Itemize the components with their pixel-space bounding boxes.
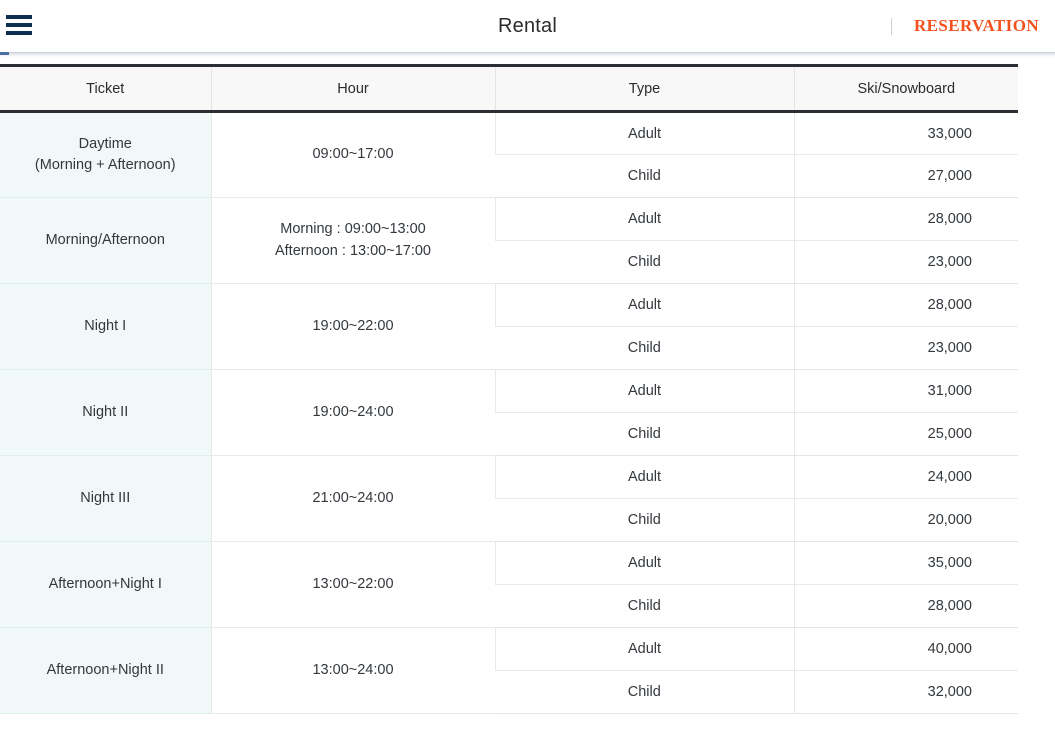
ticket-name-line-1: Night III <box>0 488 211 509</box>
hour-cell: 21:00~24:00 <box>211 456 495 542</box>
price-cell: 33,000 <box>794 112 1018 155</box>
type-cell: Child <box>495 671 794 714</box>
type-cell: Adult <box>495 542 794 585</box>
type-cell: Child <box>495 241 794 284</box>
table-row: Daytime(Morning + Afternoon)09:00~17:00A… <box>0 112 1018 155</box>
ticket-name-cell: Night III <box>0 456 211 542</box>
price-cell: 40,000 <box>794 628 1018 671</box>
hour-cell: 09:00~17:00 <box>211 112 495 198</box>
hamburger-bar-middle <box>6 23 32 27</box>
hour-line-1: Morning : 09:00~13:00 <box>212 219 495 240</box>
type-cell: Child <box>495 499 794 542</box>
column-header-hour: Hour <box>211 66 495 112</box>
hour-line-1: 13:00~22:00 <box>212 574 495 595</box>
type-cell: Adult <box>495 370 794 413</box>
ticket-name-line-1: Night I <box>0 316 211 337</box>
hour-cell: 13:00~22:00 <box>211 542 495 628</box>
ticket-name-cell: Afternoon+Night I <box>0 542 211 628</box>
hamburger-menu-icon[interactable] <box>6 14 32 36</box>
page-right-gutter <box>1018 57 1055 739</box>
hour-line-2: Afternoon : 13:00~17:00 <box>212 241 495 262</box>
price-cell: 35,000 <box>794 542 1018 585</box>
price-cell: 20,000 <box>794 499 1018 542</box>
type-cell: Adult <box>495 456 794 499</box>
type-cell: Adult <box>495 112 794 155</box>
price-cell: 25,000 <box>794 413 1018 456</box>
price-cell: 28,000 <box>794 198 1018 241</box>
price-cell: 23,000 <box>794 327 1018 370</box>
page-root: Rental RESERVATION Ticket Hour Type Ski/… <box>0 0 1055 739</box>
reservation-button[interactable]: RESERVATION <box>914 16 1039 36</box>
price-cell: 27,000 <box>794 155 1018 198</box>
ticket-name-line-1: Morning/Afternoon <box>0 230 211 251</box>
ticket-name-line-1: Daytime <box>0 134 211 155</box>
price-cell: 23,000 <box>794 241 1018 284</box>
header-divider <box>891 18 892 35</box>
site-header: Rental RESERVATION <box>0 0 1055 52</box>
header-accent-mark <box>0 52 9 55</box>
column-header-ticket: Ticket <box>0 66 211 112</box>
table-header-row: Ticket Hour Type Ski/Snowboard <box>0 66 1018 112</box>
hour-line-1: 19:00~24:00 <box>212 402 495 423</box>
type-cell: Child <box>495 327 794 370</box>
hour-cell: 13:00~24:00 <box>211 628 495 714</box>
type-cell: Child <box>495 413 794 456</box>
hamburger-bar-bottom <box>6 31 32 35</box>
price-cell: 32,000 <box>794 671 1018 714</box>
table-row: Night II19:00~24:00Adult31,000 <box>0 370 1018 413</box>
ticket-name-line-1: Afternoon+Night II <box>0 660 211 681</box>
price-cell: 28,000 <box>794 585 1018 628</box>
type-cell: Child <box>495 585 794 628</box>
rental-table-container: Ticket Hour Type Ski/Snowboard Daytime(M… <box>0 57 1055 739</box>
table-row: Afternoon+Night I13:00~22:00Adult35,000 <box>0 542 1018 585</box>
hour-line-1: 09:00~17:00 <box>212 144 495 165</box>
ticket-name-cell: Night II <box>0 370 211 456</box>
hour-line-1: 13:00~24:00 <box>212 660 495 681</box>
table-row: Night III21:00~24:00Adult24,000 <box>0 456 1018 499</box>
ticket-name-cell: Daytime(Morning + Afternoon) <box>0 112 211 198</box>
hour-line-1: 19:00~22:00 <box>212 316 495 337</box>
hamburger-bar-top <box>6 15 32 19</box>
price-cell: 28,000 <box>794 284 1018 327</box>
ticket-name-line-2: (Morning + Afternoon) <box>0 155 211 176</box>
table-row: Afternoon+Night II13:00~24:00Adult40,000 <box>0 628 1018 671</box>
header-right-group: RESERVATION <box>891 0 1039 52</box>
ticket-name-cell: Morning/Afternoon <box>0 198 211 284</box>
ticket-name-line-1: Night II <box>0 402 211 423</box>
ticket-name-cell: Afternoon+Night II <box>0 628 211 714</box>
hour-line-1: 21:00~24:00 <box>212 488 495 509</box>
hour-cell: 19:00~24:00 <box>211 370 495 456</box>
hour-cell: Morning : 09:00~13:00Afternoon : 13:00~1… <box>211 198 495 284</box>
type-cell: Adult <box>495 284 794 327</box>
column-header-ski-snowboard: Ski/Snowboard <box>794 66 1018 112</box>
type-cell: Adult <box>495 628 794 671</box>
table-head: Ticket Hour Type Ski/Snowboard <box>0 66 1018 112</box>
type-cell: Child <box>495 155 794 198</box>
type-cell: Adult <box>495 198 794 241</box>
table-row: Night I19:00~22:00Adult28,000 <box>0 284 1018 327</box>
table-row: Morning/AfternoonMorning : 09:00~13:00Af… <box>0 198 1018 241</box>
ticket-name-line-1: Afternoon+Night I <box>0 574 211 595</box>
hour-cell: 19:00~22:00 <box>211 284 495 370</box>
column-header-type: Type <box>495 66 794 112</box>
price-cell: 31,000 <box>794 370 1018 413</box>
table-body: Daytime(Morning + Afternoon)09:00~17:00A… <box>0 112 1018 714</box>
price-cell: 24,000 <box>794 456 1018 499</box>
ticket-name-cell: Night I <box>0 284 211 370</box>
rental-price-table: Ticket Hour Type Ski/Snowboard Daytime(M… <box>0 64 1018 714</box>
